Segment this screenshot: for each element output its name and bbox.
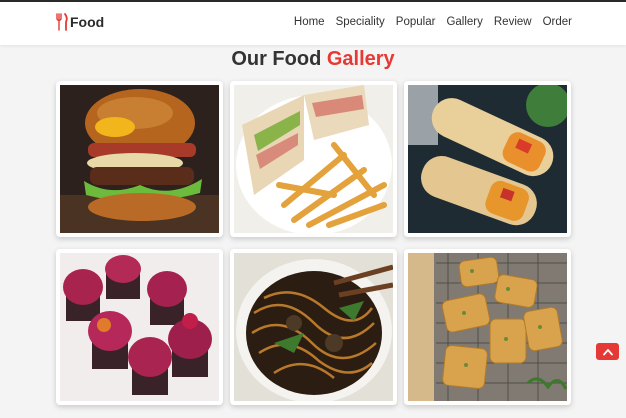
nav-popular[interactable]: Popular [396, 16, 436, 28]
brand-name: Food [70, 14, 105, 30]
noodles-image [234, 253, 393, 401]
gallery-card-cupcakes[interactable] [56, 249, 223, 405]
scroll-to-top-button[interactable] [596, 343, 619, 360]
fork-knife-icon [56, 13, 68, 31]
gallery-card-noodles[interactable] [230, 249, 397, 405]
nav-review[interactable]: Review [494, 16, 532, 28]
gallery-title: Our Food Gallery [0, 48, 626, 71]
nav-order[interactable]: Order [543, 16, 572, 28]
garlic-bread-image [408, 253, 567, 401]
gallery-title-prefix: Our Food [231, 48, 322, 70]
chevron-up-icon [602, 348, 613, 355]
nav-menu: Home Speciality Popular Gallery Review O… [283, 16, 572, 28]
cupcakes-image [60, 253, 219, 401]
nav-gallery[interactable]: Gallery [446, 16, 482, 28]
gallery-card-sandwich[interactable] [230, 81, 397, 237]
sandwich-fries-image [234, 85, 393, 233]
burger-image [60, 85, 219, 233]
gallery-title-accent: Gallery [326, 48, 395, 70]
gallery-card-burger[interactable] [56, 81, 223, 237]
brand-logo[interactable]: Food [55, 13, 104, 31]
nav-speciality[interactable]: Speciality [336, 16, 385, 28]
gallery-card-wraps[interactable] [404, 81, 571, 237]
wraps-image [408, 85, 567, 233]
gallery-card-garlic-bread[interactable] [404, 249, 571, 405]
navbar: Food Home Speciality Popular Gallery Rev… [0, 2, 626, 45]
nav-home[interactable]: Home [294, 16, 325, 28]
